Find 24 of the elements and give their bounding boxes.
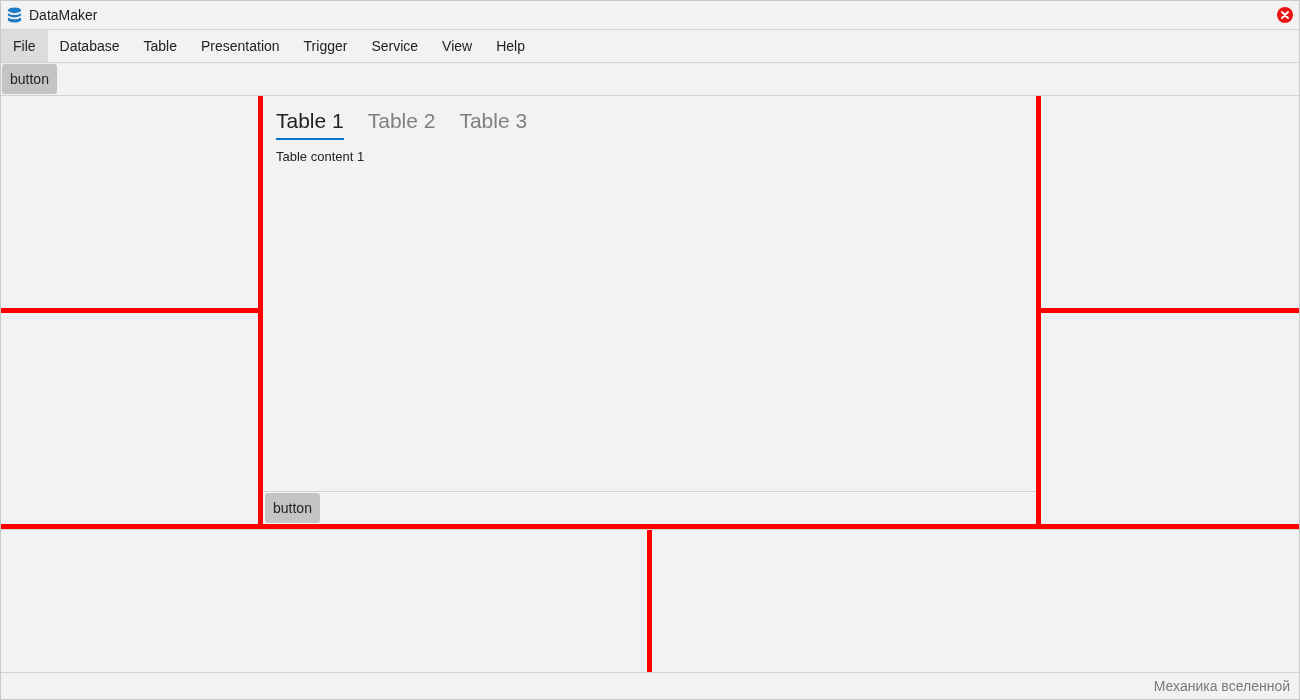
tab[interactable]: Table 3 [459,107,528,140]
toolbar-button[interactable]: button [2,64,57,94]
splitter[interactable] [647,530,652,672]
tab[interactable]: Table 1 [276,107,344,140]
database-icon [7,6,22,24]
menu-item[interactable]: Database [47,30,132,62]
close-icon[interactable] [1277,7,1293,23]
panel-button[interactable]: button [265,493,320,523]
splitter[interactable] [1036,96,1041,524]
splitter[interactable] [1,308,258,313]
status-text: Механика вселенной [1153,678,1290,694]
splitter[interactable] [1041,308,1299,313]
menu-item[interactable]: Help [484,30,537,62]
splitter[interactable] [1,524,1299,529]
menu-item[interactable]: Service [359,30,431,62]
window-title: DataMaker [29,7,98,23]
splitter[interactable] [258,96,263,524]
menu-item[interactable]: Trigger [291,30,360,62]
menu-item[interactable]: File [1,30,48,62]
tab-content-text: Table content 1 [276,149,365,164]
menu-item[interactable]: Presentation [188,30,292,62]
menu-item[interactable]: View [430,30,485,62]
menu-item[interactable]: Table [131,30,189,62]
tab[interactable]: Table 2 [367,107,436,140]
